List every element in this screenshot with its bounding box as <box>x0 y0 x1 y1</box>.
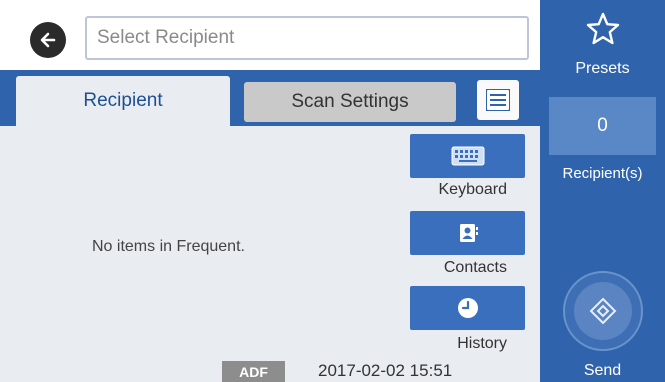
right-panel: Presets 0 Recipient(s) Send <box>540 0 665 382</box>
tab-scan-settings[interactable]: Scan Settings <box>244 82 456 122</box>
send-label: Send <box>583 362 622 379</box>
menu-button[interactable] <box>477 80 519 120</box>
back-button[interactable] <box>30 22 66 58</box>
scan-to-email-screen: Recipient Scan Settings No items in Freq… <box>0 0 665 382</box>
contacts-button[interactable] <box>410 211 525 255</box>
send-button[interactable] <box>563 271 643 351</box>
keyboard-icon <box>451 146 484 166</box>
datetime-display: 2017-02-02 15:51 <box>318 361 453 380</box>
contacts-label: Contacts <box>443 259 507 276</box>
keyboard-label: Keyboard <box>438 181 508 198</box>
tab-bar: Recipient Scan Settings <box>0 70 540 126</box>
source-badge: ADF <box>222 361 285 382</box>
recipient-count: 0 <box>597 115 608 136</box>
star-icon <box>586 12 620 45</box>
recipient-count-label: Recipient(s) <box>562 165 643 182</box>
recipient-content: No items in Frequent. Keyboard Contacts … <box>0 126 540 382</box>
history-label: History <box>457 335 507 352</box>
contacts-book-icon <box>459 224 478 242</box>
back-arrow-icon <box>40 32 56 48</box>
history-button[interactable] <box>410 286 525 330</box>
presets-label: Presets <box>575 60 630 77</box>
tab-scan-settings-label: Scan Settings <box>291 91 409 112</box>
recipient-count-box[interactable]: 0 <box>549 97 656 155</box>
keyboard-button[interactable] <box>410 134 525 178</box>
presets-button[interactable]: Presets <box>540 0 665 80</box>
empty-list-message: No items in Frequent. <box>92 238 245 255</box>
recipient-input[interactable] <box>85 16 529 60</box>
tab-recipient[interactable]: Recipient <box>16 76 230 126</box>
menu-list-icon <box>486 89 510 111</box>
clock-icon <box>457 298 478 318</box>
top-bar <box>0 0 540 70</box>
send-diamond-icon <box>589 297 617 325</box>
tab-recipient-label: Recipient <box>83 90 163 111</box>
send-button-inner <box>574 282 632 340</box>
